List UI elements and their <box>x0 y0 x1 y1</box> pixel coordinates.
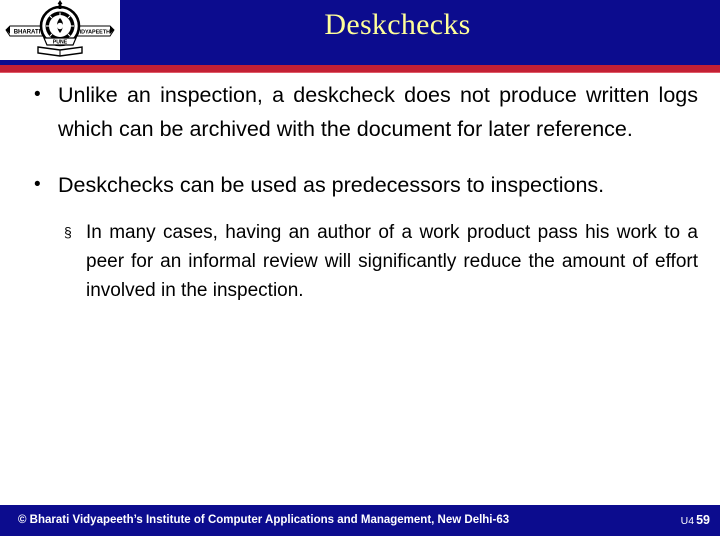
sub-bullet-text: In many cases, having an author of a wor… <box>86 222 698 301</box>
footer-copyright: © Bharati Vidyapeeth’s Institute of Comp… <box>18 514 510 526</box>
sub-bullet-item: § In many cases, having an author of a w… <box>60 218 698 305</box>
footer-unit-label: U4 <box>680 515 695 527</box>
slide-content: • Unlike an inspection, a deskcheck does… <box>0 78 720 498</box>
bullet-text: Unlike an inspection, a deskcheck does n… <box>58 83 698 141</box>
slide-footer: © Bharati Vidyapeeth’s Institute of Comp… <box>0 505 720 536</box>
footer-page-info: U4 59 <box>681 512 710 529</box>
slide-header: BHARATI VIDYAPEETH PUNE Deskchecks <box>0 0 720 65</box>
logo-box: BHARATI VIDYAPEETH PUNE <box>0 0 120 60</box>
svg-text:VIDYAPEETH: VIDYAPEETH <box>76 30 110 36</box>
page-title: Deskchecks <box>324 8 471 41</box>
bullet-marker-icon: • <box>34 174 41 195</box>
svg-text:PUNE: PUNE <box>53 40 68 46</box>
bullet-item: • Unlike an inspection, a deskcheck does… <box>28 78 698 146</box>
sub-bullet-marker-icon: § <box>64 224 72 240</box>
bharati-vidyapeeth-logo-icon: BHARATI VIDYAPEETH PUNE <box>0 0 120 60</box>
bullet-marker-icon: • <box>34 84 41 105</box>
bullet-item: • Deskchecks can be used as predecessors… <box>28 168 698 202</box>
bullet-text: Deskchecks can be used as predecessors t… <box>58 173 605 197</box>
header-red-divider-shade <box>0 72 720 73</box>
header-red-divider <box>0 65 720 72</box>
svg-text:BHARATI: BHARATI <box>14 30 41 36</box>
slide: BHARATI VIDYAPEETH PUNE Deskchecks • Unl… <box>0 0 720 540</box>
footer-page-number: 59 <box>696 513 710 527</box>
